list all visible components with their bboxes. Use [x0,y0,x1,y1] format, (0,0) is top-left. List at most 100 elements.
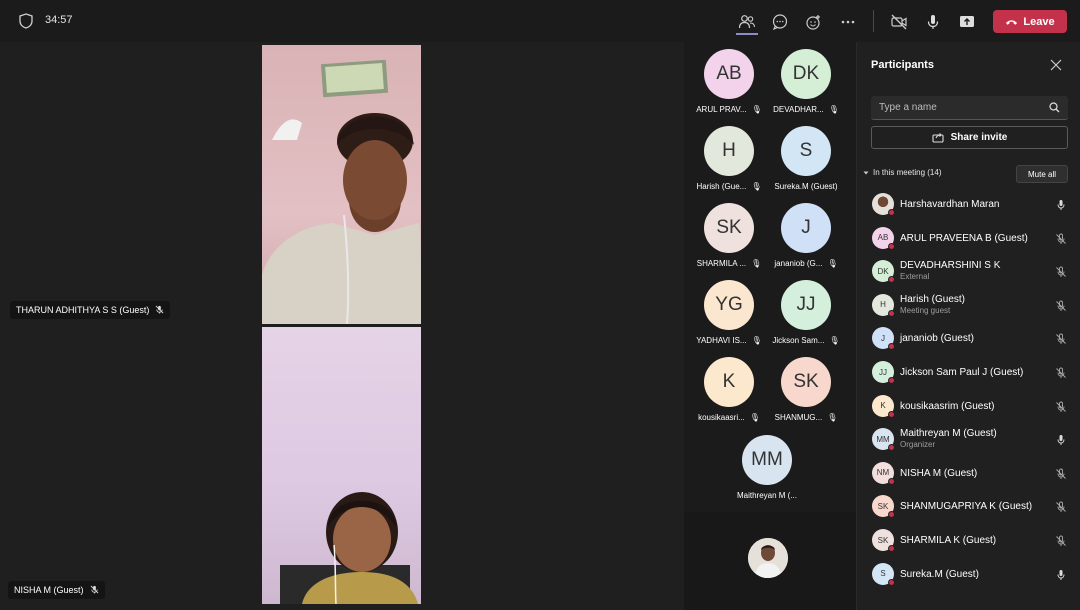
mic-icon[interactable] [922,11,944,33]
avatar: H [704,126,754,176]
leave-button[interactable]: Leave [993,10,1067,33]
participant-row[interactable]: Harshavardhan Maran [857,187,1080,221]
participant-name: ARUL PRAVEENA B (Guest) [900,232,1028,244]
participant-tile[interactable]: SK SHANMUG... 🎙︎ [767,357,845,422]
search-input[interactable]: Type a name [871,96,1068,120]
participant-tile[interactable]: MM Maithreyan M (... [728,435,806,500]
tile-name: jananiob (G... [774,259,823,268]
mic-off-icon [90,585,99,596]
participant-name: SHANMUGAPRIYA K (Guest) [900,501,1033,513]
participant-tile[interactable]: S Sureka.M (Guest) [767,126,845,191]
share-invite-button[interactable]: Share invite [871,126,1068,149]
avatar: AB [872,226,895,250]
mic-off-icon [1055,332,1067,345]
participant-row[interactable]: NM NISHA M (Guest) [857,456,1080,490]
participant-row[interactable]: SK SHARMILA K (Guest) [857,523,1080,557]
mic-off-icon: 🎙︎ [751,259,762,268]
mic-icon [1055,568,1067,580]
participant-role: Meeting guest [900,305,951,315]
leave-label: Leave [1023,15,1055,28]
participant-role: Organizer [900,440,936,450]
avatar: J [781,203,831,253]
presence-dot [888,242,895,250]
mute-all-button[interactable]: Mute all [1016,165,1068,183]
tile-name: YADHAVI IS... [696,336,747,345]
participant-tile[interactable]: JJ Jickson Sam... 🎙︎ [767,280,845,345]
avatar: J [872,327,895,351]
participant-tile[interactable]: YG YADHAVI IS... 🎙︎ [690,280,768,345]
mic-off-icon: 🎙︎ [828,105,839,114]
participant-row[interactable]: Kkousikaasrim (Guest) [857,389,1080,423]
tile-name: Harish (Gue... [696,182,747,191]
phone-hangup-icon [1006,19,1018,25]
avatar [872,193,895,216]
participant-name: Sureka.M (Guest) [900,568,979,580]
toolbar-divider [873,10,874,32]
chat-icon[interactable] [769,11,791,33]
participant-row[interactable]: H Harish (Guest) Meeting guest [857,288,1080,322]
mic-off-icon: 🎙︎ [751,182,762,191]
self-preview-tile[interactable] [684,512,856,610]
presence-dot [888,410,895,418]
tile-name: ARUL PRAV... [696,105,747,114]
mic-off-icon [1055,232,1067,244]
participant-video-nisha[interactable] [262,327,421,604]
avatar: S [872,562,895,586]
camera-off-icon[interactable] [888,11,910,33]
participant-name: jananiob (Guest) [900,333,974,345]
mic-off-icon [1055,400,1067,412]
video-feed-image [262,59,421,324]
mic-icon [1055,433,1067,446]
avatar: SK [781,357,831,407]
share-icon [932,133,944,143]
tile-name: kousikaasri... [698,413,745,422]
participant-row[interactable]: MM Maithreyan M (Guest) Organizer [857,422,1080,456]
participant-row[interactable]: SK SHANMUGAPRIYA K (Guest) [857,489,1080,523]
search-icon [1049,102,1060,113]
in-meeting-section-header[interactable]: In this meeting (14) [863,168,941,177]
share-screen-icon[interactable] [956,11,978,33]
reactions-icon[interactable] [803,11,825,33]
tile-name: Jickson Sam... [772,336,825,345]
tile-name: DEVADHAR... [773,105,824,114]
search-placeholder: Type a name [879,102,937,113]
participant-row[interactable]: AB ARUL PRAVEENA B (Guest) [857,221,1080,255]
participant-name: Jickson Sam Paul J (Guest) [900,367,1024,378]
presence-dot [888,477,895,485]
people-icon[interactable] [736,11,758,33]
participant-row[interactable]: JJ Jickson Sam Paul J (Guest) [857,355,1080,389]
presence-dot [888,545,895,552]
presence-dot [888,511,895,519]
section-label: In this meeting (14) [873,168,942,177]
avatar: AB [704,49,754,99]
participant-row[interactable]: DK DEVADHARSHINI S K External [857,254,1080,288]
participant-row[interactable]: S Sureka.M (Guest) [857,557,1080,591]
mic-off-icon: 🎙︎ [749,413,760,422]
presence-dot [888,309,895,317]
participant-tile[interactable]: SK SHARMILA ... 🎙︎ [690,203,768,268]
participant-row[interactable]: Jjananiob (Guest) [857,321,1080,355]
self-avatar [748,538,788,578]
tile-name: SHARMILA ... [696,259,747,268]
presence-dot [888,276,895,284]
video-name-tag: NISHA M (Guest) [8,581,105,599]
mic-off-icon [1055,500,1067,513]
participant-tile[interactable]: AB ARUL PRAV... 🎙︎ [690,49,768,114]
avatar: MM [742,435,792,485]
participant-role: External [900,272,930,282]
avatar: S [781,126,831,176]
avatar: NM [872,461,895,485]
participant-tile[interactable]: K kousikaasri... 🎙︎ [690,357,768,422]
participant-tile[interactable]: H Harish (Gue... 🎙︎ [690,126,768,191]
mic-off-icon [1055,534,1067,546]
close-icon[interactable] [1049,58,1063,72]
share-invite-label: Share invite [950,132,1008,143]
more-icon[interactable] [837,11,859,33]
participant-tile[interactable]: DK DEVADHAR... 🎙︎ [767,49,845,114]
mic-off-icon: 🎙︎ [751,105,762,114]
presence-dot [888,209,895,216]
participant-video-tharun[interactable] [262,45,421,324]
avatar: JJ [872,361,895,384]
video-feed-image [280,492,418,604]
participant-tile[interactable]: J jananiob (G... 🎙︎ [767,203,845,268]
